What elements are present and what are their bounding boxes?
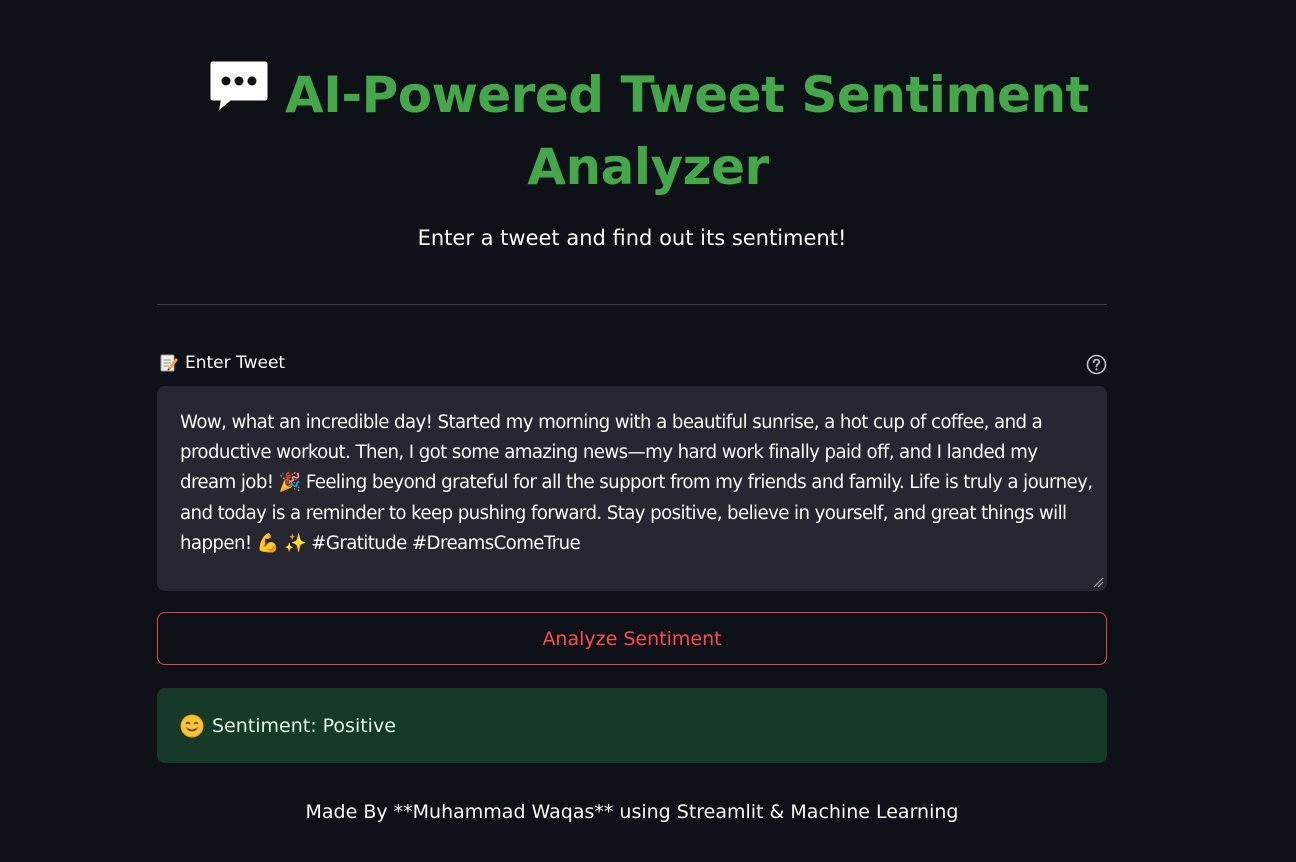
help-circle-icon[interactable] — [1086, 354, 1107, 375]
sentiment-result-text: Sentiment: Positive — [212, 714, 396, 737]
sentiment-result-alert: Sentiment: Positive — [157, 688, 1107, 763]
page-subtitle: Enter a tweet and find out its sentiment… — [417, 226, 847, 250]
app-page: AI-Powered Tweet Sentiment Analyzer Ente… — [0, 0, 1296, 862]
divider — [157, 304, 1107, 305]
footer-credit: Made By **Muhammad Waqas** using Streaml… — [305, 801, 959, 823]
page-title-text: AI-Powered Tweet Sentiment Analyzer — [285, 66, 1089, 196]
analyze-sentiment-button[interactable]: Analyze Sentiment — [157, 612, 1107, 665]
tweet-input[interactable]: Wow, what an incredible day! Started my … — [157, 386, 1107, 591]
tweet-field-label: Enter Tweet — [159, 353, 285, 373]
smiling-face-icon — [180, 714, 204, 737]
memo-icon — [160, 354, 178, 372]
speech-balloon-icon — [207, 58, 271, 116]
resize-handle-icon[interactable] — [1093, 577, 1104, 588]
tweet-field-label-text: Enter Tweet — [185, 353, 286, 373]
page-title: AI-Powered Tweet Sentiment Analyzer — [200, 58, 1096, 203]
